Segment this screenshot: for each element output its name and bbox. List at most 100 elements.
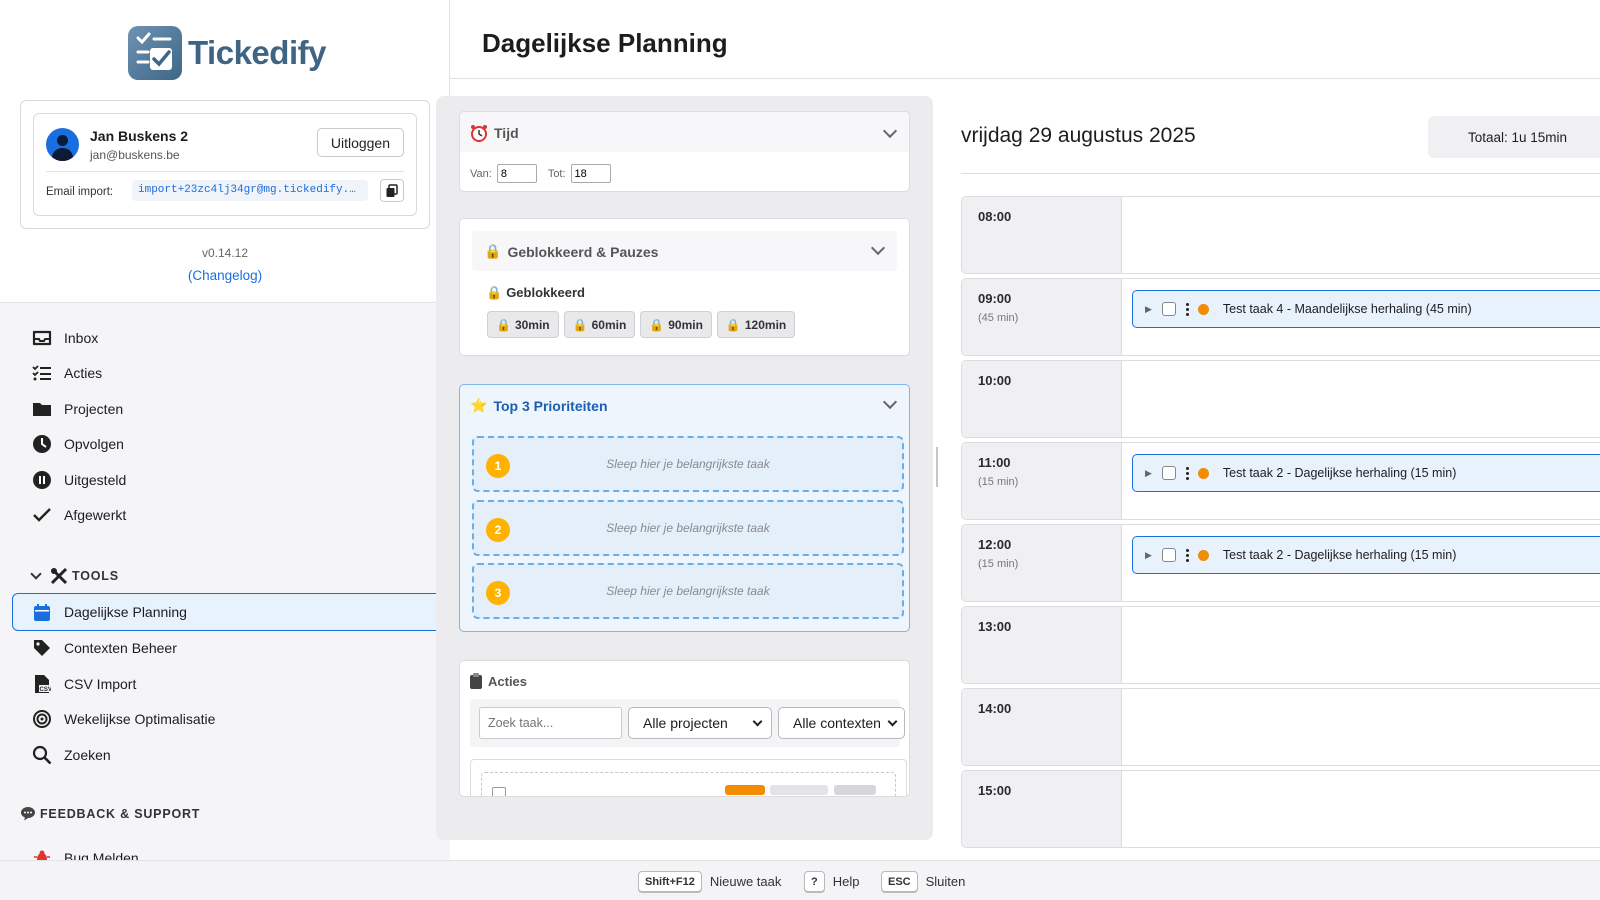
- expand-triangle-icon[interactable]: ▶: [1145, 550, 1152, 561]
- block-120min-button[interactable]: 🔒 120min: [716, 311, 796, 338]
- panel-resize-handle[interactable]: [936, 447, 938, 487]
- blocked-card-header[interactable]: 🔒 Geblokkeerd & Pauzes: [472, 231, 897, 271]
- hour-time: 10:00: [978, 373, 1012, 388]
- logo-text: Tickedify: [188, 34, 326, 71]
- chip-label: 90min: [668, 317, 703, 332]
- shortcut-close[interactable]: ESC Sluiten: [881, 871, 965, 892]
- shortcut-label: Nieuwe taak: [709, 874, 782, 889]
- nav-item-label: Acties: [64, 365, 103, 381]
- copy-button[interactable]: [380, 179, 404, 202]
- email-import-address[interactable]: import+23zc4lj34gr@mg.tickedify.c…: [132, 180, 368, 201]
- hour-time: 14:00: [978, 701, 1012, 716]
- nav-item-inbox[interactable]: Inbox: [32, 326, 98, 350]
- tot-input[interactable]: [570, 164, 611, 183]
- nav-item-dagelijkse-planning[interactable]: Dagelijkse Planning: [32, 600, 187, 624]
- hour-slot[interactable]: 13:00: [961, 606, 1600, 684]
- block-90min-button[interactable]: 🔒 90min: [640, 311, 712, 338]
- planned-task[interactable]: ▶ Test taak 2 - Dagelijkse herhaling (15 …: [1132, 536, 1600, 574]
- hour-slot[interactable]: 14:00: [961, 688, 1600, 766]
- nav-item-contexten-beheer[interactable]: Contexten Beheer: [32, 636, 177, 660]
- support-heading: FEEDBACK & SUPPORT: [40, 806, 201, 821]
- nav-item-label: Uitgesteld: [64, 472, 127, 488]
- chevron-down-icon: [887, 716, 898, 727]
- expand-triangle-icon[interactable]: ▶: [1145, 304, 1152, 315]
- shortcut-help[interactable]: ? Help: [804, 871, 859, 892]
- priority-dot: [1197, 467, 1209, 479]
- planned-task[interactable]: ▶ Test taak 4 - Maandelijkse herhaling (4…: [1132, 290, 1600, 328]
- nav-item-opvolgen[interactable]: Opvolgen: [32, 432, 124, 456]
- svg-text:CSV: CSV: [40, 687, 52, 693]
- logout-button[interactable]: Uitloggen: [316, 128, 404, 157]
- task-tag: [770, 785, 828, 795]
- nav-item-acties[interactable]: Acties: [32, 361, 102, 385]
- nav-item-wekelijkse-optimalisatie[interactable]: Wekelijkse Optimalisatie: [32, 707, 215, 731]
- hour-slot[interactable]: 10:00: [961, 360, 1600, 438]
- block-60min-button[interactable]: 🔒 60min: [563, 311, 636, 338]
- avatar: [46, 128, 79, 161]
- user-email: jan@buskens.be: [90, 148, 180, 162]
- check-icon: [32, 505, 52, 525]
- project-filter-select[interactable]: Alle projecten: [628, 707, 772, 739]
- time-card-header[interactable]: Tijd: [460, 112, 909, 152]
- hour-slot[interactable]: 15:00: [961, 770, 1600, 848]
- shortcut-label: Sluiten: [925, 874, 966, 889]
- block-30min-button[interactable]: 🔒 30min: [487, 311, 559, 338]
- priority-card-header[interactable]: ⭐ Top 3 Prioriteiten: [460, 385, 909, 425]
- priority-slot-3[interactable]: 3 Sleep hier je belangrijkste taak: [472, 563, 904, 619]
- logo-checklist-icon: [128, 26, 182, 80]
- chip-label: 60min: [591, 317, 627, 332]
- lock-icon: 🔒: [649, 317, 665, 332]
- version-label: v0.14.12: [201, 246, 249, 260]
- chevron-down-icon: [882, 123, 898, 139]
- more-options-icon[interactable]: [1185, 302, 1190, 316]
- van-label: Van:: [470, 167, 492, 180]
- tools-heading: TOOLS: [72, 569, 119, 583]
- context-filter-select[interactable]: Alle contexten: [778, 707, 905, 739]
- van-input[interactable]: [496, 164, 537, 183]
- action-list-item[interactable]: [481, 772, 896, 796]
- app-logo[interactable]: Tickedify: [128, 26, 326, 80]
- shortcut-key: ?: [804, 871, 825, 892]
- sidebar: Tickedify Jan Buskens 2 jan@buskens.be U…: [0, 0, 450, 900]
- lock-icon: 🔒: [484, 243, 502, 259]
- nav-item-afgewerkt[interactable]: Afgewerkt: [32, 503, 126, 527]
- changelog-link[interactable]: (Changelog): [0, 268, 450, 283]
- hour-slot[interactable]: 11:00 (15 min) ▶ Test taak 2 - Dagelijkse h…: [961, 442, 1600, 520]
- planned-task[interactable]: ▶ Test taak 2 - Dagelijkse herhaling (15 …: [1132, 454, 1600, 492]
- priority-card: ⭐ Top 3 Prioriteiten 1 Sleep hier je bel…: [459, 384, 910, 632]
- priority-slot-1[interactable]: 1 Sleep hier je belangrijkste taak: [472, 436, 904, 492]
- hour-slot[interactable]: 08:00: [961, 196, 1600, 274]
- nav-item-projecten[interactable]: Projecten: [32, 397, 123, 421]
- tools-section-toggle[interactable]: TOOLS: [30, 567, 119, 585]
- hour-label: 09:00 (45 min): [962, 279, 1122, 355]
- priority-slot-2[interactable]: 2 Sleep hier je belangrijkste taak: [472, 500, 904, 556]
- task-checkbox[interactable]: [1161, 466, 1176, 480]
- nav-item-csv-import[interactable]: CSV CSV Import: [32, 672, 136, 696]
- shortcut-new-task[interactable]: Shift+F12 Nieuwe taak: [638, 871, 781, 892]
- target-icon: [32, 709, 52, 729]
- task-checkbox[interactable]: [1161, 302, 1176, 316]
- nav-item-uitgesteld[interactable]: Uitgesteld: [32, 468, 126, 492]
- more-options-icon[interactable]: [1185, 466, 1190, 480]
- hour-time: 12:00: [978, 537, 1012, 552]
- hour-duration: (15 min): [978, 476, 1019, 488]
- shortcut-key: Shift+F12: [638, 871, 702, 892]
- hour-slot[interactable]: 12:00 (15 min) ▶ Test taak 2 - Dagelijkse h…: [961, 524, 1600, 602]
- time-card-title: Tijd: [494, 125, 519, 141]
- select-value: Alle contexten: [793, 715, 881, 731]
- total-duration: Totaal: 1u 15min: [1428, 116, 1600, 158]
- priority-placeholder: Sleep hier je belangrijkste taak: [606, 584, 770, 598]
- nav-item-zoeken[interactable]: Zoeken: [32, 743, 111, 767]
- time-card: Tijd Van: Tot:: [459, 111, 910, 192]
- task-checkbox[interactable]: [1161, 548, 1176, 562]
- priority-card-title: Top 3 Prioriteiten: [493, 397, 608, 414]
- expand-triangle-icon[interactable]: ▶: [1145, 468, 1152, 479]
- more-options-icon[interactable]: [1185, 548, 1190, 562]
- hour-label: 12:00 (15 min): [962, 525, 1122, 601]
- hour-slot[interactable]: 09:00 (45 min) ▶ Test taak 4 - Maandelijkse…: [961, 278, 1600, 356]
- lock-icon: 🔒: [496, 317, 511, 332]
- task-checkbox[interactable]: [492, 787, 506, 796]
- task-search-input[interactable]: [479, 707, 622, 739]
- lock-icon: 🔒: [486, 285, 503, 300]
- nav-item-label: Inbox: [64, 330, 99, 346]
